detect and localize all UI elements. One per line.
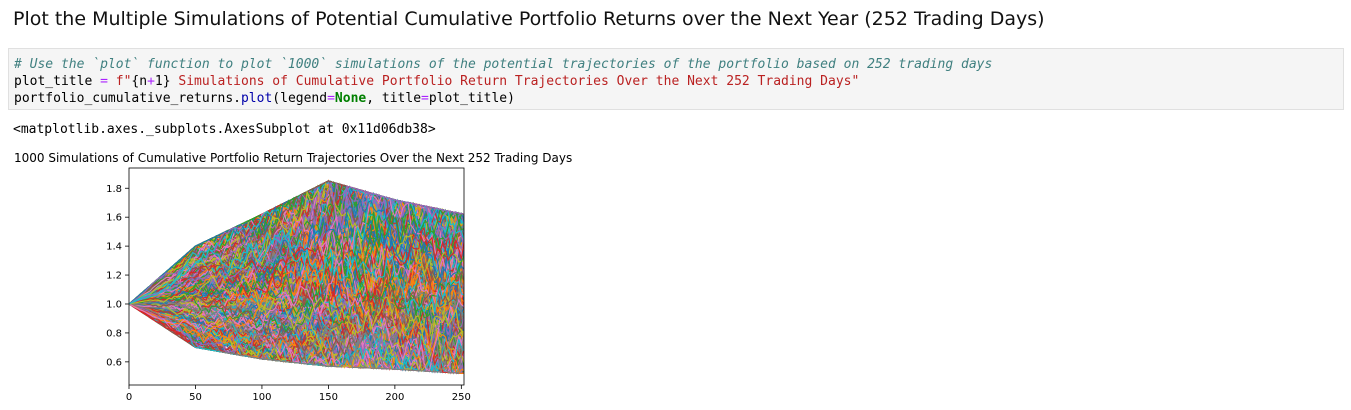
code-plus-operator: + [147, 74, 155, 89]
x-tick-label: 100 [252, 392, 271, 403]
y-tick-label: 1.2 [106, 271, 122, 282]
code-method: plot [240, 91, 273, 106]
code-cell[interactable]: # Use the `plot` function to plot `1000`… [8, 48, 1344, 110]
x-axis: 0 50 100 150 200 250 [126, 385, 471, 403]
x-tick-label: 250 [452, 392, 471, 403]
y-tick-label: 0.8 [106, 328, 122, 339]
y-tick-label: 0.6 [106, 357, 122, 368]
code-args-close: plot_title) [428, 91, 515, 106]
code-operator: = [421, 91, 429, 106]
code-comment: # Use the `plot` function to plot `1000`… [14, 57, 993, 72]
code-interp-open: {n [131, 74, 148, 89]
code-args-mid: , title [366, 91, 422, 106]
y-tick-label: 1.0 [106, 299, 122, 310]
x-tick-label: 200 [385, 392, 404, 403]
y-tick-label: 1.8 [106, 184, 122, 195]
chart-title: 1000 Simulations of Cumulative Portfolio… [14, 151, 572, 165]
code-interp-close: 1} [154, 74, 171, 89]
output-repr: <matplotlib.axes._subplots.AxesSubplot a… [13, 122, 436, 137]
code-string: Simulations of Cumulative Portfolio Retu… [170, 74, 860, 89]
y-axis: 0.6 0.8 1.0 1.2 1.4 1.6 1.8 [106, 184, 129, 368]
code-args-open: (legend [272, 91, 328, 106]
x-tick-label: 0 [126, 392, 132, 403]
code-operator: = [100, 74, 108, 89]
simulation-chart: 1000 Simulations of Cumulative Portfolio… [14, 151, 572, 403]
section-heading: Plot the Multiple Simulations of Potenti… [13, 8, 1045, 30]
code-var-plot-title: plot_title [14, 74, 101, 89]
code-operator: = [327, 91, 335, 106]
x-tick-label: 150 [319, 392, 338, 403]
code-none-keyword: None [334, 91, 367, 106]
x-tick-label: 50 [189, 392, 202, 403]
y-tick-label: 1.4 [106, 242, 122, 253]
code-input[interactable]: # Use the `plot` function to plot `1000`… [14, 56, 992, 107]
code-object: portfolio_cumulative_returns. [14, 91, 241, 106]
simulation-lines [129, 179, 464, 375]
y-tick-label: 1.6 [106, 213, 122, 224]
code-fstring-prefix: f" [107, 74, 132, 89]
